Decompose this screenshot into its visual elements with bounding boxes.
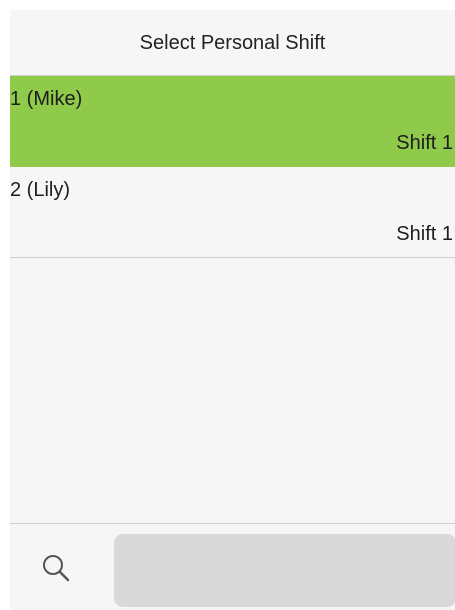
search-bar [10, 523, 455, 610]
search-icon[interactable] [42, 554, 70, 582]
shift-label: Shift 1 [396, 132, 453, 154]
list-item[interactable]: 2 (Lily) Shift 1 [10, 167, 455, 258]
user-name: 1 (Mike) [10, 88, 83, 110]
search-input[interactable] [114, 534, 455, 607]
search-icon-graphic [43, 555, 70, 582]
empty-list-area [10, 258, 455, 528]
page-title: Select Personal Shift [139, 32, 326, 54]
list-item[interactable]: 1 (Mike) Shift 1 [10, 76, 455, 167]
page-header: Select Personal Shift [10, 10, 455, 76]
device-screen: Select Personal Shift 1 (Mike) Shift 1 2… [10, 10, 455, 610]
shift-label: Shift 1 [396, 223, 453, 245]
user-name: 2 (Lily) [10, 179, 71, 201]
shift-list: 1 (Mike) Shift 1 2 (Lily) Shift 1 [10, 76, 455, 528]
